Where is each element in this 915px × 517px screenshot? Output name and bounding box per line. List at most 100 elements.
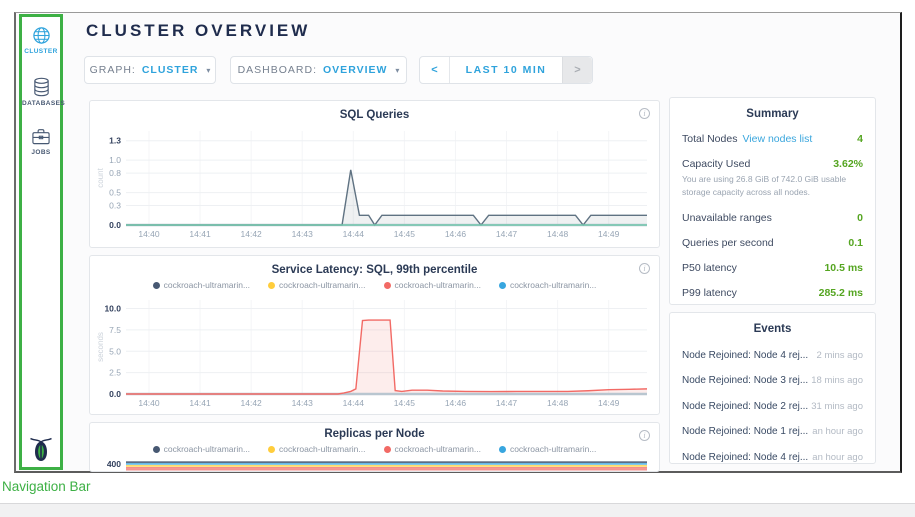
chart-plot[interactable]: 400	[96, 449, 653, 472]
legend-entry[interactable]: cockroach-ultramarin...	[499, 279, 596, 291]
event-label: Node Rejoined: Node 2 rej...	[682, 401, 808, 412]
time-window-label[interactable]: LAST 10 MIN	[450, 57, 562, 83]
summary-row-p99-latency: P99 latency 285.2 ms	[682, 287, 863, 299]
svg-text:0.5: 0.5	[109, 188, 121, 198]
chart-plot[interactable]: 0.02.55.07.510.014:4014:4114:4214:4314:4…	[96, 294, 653, 410]
time-window-next-button: >	[562, 57, 592, 83]
cockroachdb-logo[interactable]	[22, 435, 60, 462]
summary-row-total-nodes: Total Nodes View nodes list 4	[682, 133, 863, 145]
svg-text:14:40: 14:40	[138, 398, 160, 408]
event-row[interactable]: Node Rejoined: Node 4 rej... 2 mins ago	[682, 350, 863, 361]
capacity-used-subtext: You are using 26.8 GiB of 742.0 GiB usab…	[682, 173, 863, 199]
legend-label: cockroach-ultramarin...	[510, 280, 596, 290]
legend-label: cockroach-ultramarin...	[279, 280, 365, 290]
svg-text:0.3: 0.3	[109, 201, 121, 211]
legend-entry[interactable]: cockroach-ultramarin...	[384, 279, 481, 291]
event-label: Node Rejoined: Node 4 rej...	[682, 452, 808, 463]
info-icon[interactable]: i	[639, 108, 650, 119]
navigation-bar: CLUSTER DATABASES JOBS	[19, 14, 63, 470]
event-row[interactable]: Node Rejoined: Node 4 rej... an hour ago	[682, 452, 863, 463]
time-window-selector: < LAST 10 MIN >	[419, 56, 593, 84]
chart-sql-queries: SQL Queries i 0.00.30.50.81.01.314:4014:…	[89, 100, 660, 248]
summary-value: 285.2 ms	[819, 287, 863, 299]
svg-text:14:49: 14:49	[598, 229, 620, 239]
summary-label: Total Nodes	[682, 133, 737, 145]
chart-title: SQL Queries	[90, 109, 659, 121]
svg-text:0.0: 0.0	[109, 220, 121, 230]
legend-dot-icon	[384, 282, 391, 289]
dashboard-dropdown-label: DASHBOARD:	[238, 64, 317, 76]
chart-title: Replicas per Node	[90, 428, 659, 440]
summary-value: 3.62%	[833, 158, 863, 170]
summary-title: Summary	[682, 108, 863, 120]
annotation-caption: Navigation Bar	[2, 479, 91, 494]
event-row[interactable]: Node Rejoined: Node 3 rej... 18 mins ago	[682, 375, 863, 386]
event-time: an hour ago	[812, 426, 863, 437]
legend-entry[interactable]: cockroach-ultramarin...	[268, 279, 365, 291]
controls-row: GRAPH: CLUSTER ▾ DASHBOARD: OVERVIEW ▾ <…	[84, 56, 593, 84]
summary-value: 4	[857, 133, 863, 145]
info-icon[interactable]: i	[639, 263, 650, 274]
globe-icon	[32, 26, 51, 45]
svg-text:14:48: 14:48	[547, 398, 569, 408]
bottom-divider	[0, 503, 915, 517]
events-panel: Events Node Rejoined: Node 4 rej... 2 mi…	[669, 312, 876, 464]
svg-text:14:43: 14:43	[292, 229, 314, 239]
svg-text:14:47: 14:47	[496, 229, 518, 239]
svg-text:14:42: 14:42	[241, 398, 263, 408]
svg-text:seconds: seconds	[96, 332, 105, 362]
event-time: an hour ago	[812, 452, 863, 463]
briefcase-icon	[31, 127, 51, 146]
svg-text:10.0: 10.0	[104, 304, 121, 314]
summary-row-queries-per-second: Queries per second 0.1	[682, 237, 863, 249]
summary-value: 10.5 ms	[824, 262, 863, 274]
svg-text:14:40: 14:40	[138, 229, 160, 239]
summary-label: Unavailable ranges	[682, 212, 772, 224]
svg-text:0.8: 0.8	[109, 168, 121, 178]
summary-label: P50 latency	[682, 262, 737, 274]
chart-legend: cockroach-ultramarin... cockroach-ultrama…	[90, 279, 659, 291]
time-window-prev-button[interactable]: <	[420, 57, 450, 83]
summary-row-p50-latency: P50 latency 10.5 ms	[682, 262, 863, 274]
summary-row-unavailable-ranges: Unavailable ranges 0	[682, 212, 863, 224]
graph-dropdown[interactable]: GRAPH: CLUSTER ▾	[84, 56, 216, 84]
info-icon[interactable]: i	[639, 430, 650, 441]
svg-text:14:48: 14:48	[547, 229, 569, 239]
svg-text:14:42: 14:42	[241, 229, 263, 239]
chart-plot[interactable]: 0.00.30.50.81.01.314:4014:4114:4214:4314…	[96, 125, 653, 241]
sidebar-item-jobs[interactable]: JOBS	[22, 127, 60, 156]
event-time: 18 mins ago	[811, 375, 863, 386]
svg-text:14:46: 14:46	[445, 398, 467, 408]
legend-label: cockroach-ultramarin...	[164, 280, 250, 290]
view-nodes-list-link[interactable]: View nodes list	[742, 133, 812, 145]
legend-entry[interactable]: cockroach-ultramarin...	[153, 279, 250, 291]
summary-row-capacity-used: Capacity Used 3.62%	[682, 158, 863, 170]
svg-text:0.0: 0.0	[109, 389, 121, 399]
dashboard-dropdown[interactable]: DASHBOARD: OVERVIEW ▾	[230, 56, 407, 84]
svg-text:14:44: 14:44	[343, 229, 365, 239]
summary-panel: Summary Total Nodes View nodes list 4 Cap…	[669, 97, 876, 305]
chart-replicas-per-node: Replicas per Node i cockroach-ultramarin…	[89, 422, 660, 472]
legend-label: cockroach-ultramarin...	[395, 280, 481, 290]
event-row[interactable]: Node Rejoined: Node 1 rej... an hour ago	[682, 426, 863, 437]
svg-text:14:49: 14:49	[598, 398, 620, 408]
legend-dot-icon	[499, 282, 506, 289]
admin-ui-window: CLUSTER DATABASES JOBS	[14, 12, 902, 473]
event-label: Node Rejoined: Node 1 rej...	[682, 426, 808, 437]
summary-label: Queries per second	[682, 237, 774, 249]
event-time: 2 mins ago	[817, 350, 863, 361]
svg-text:14:43: 14:43	[292, 398, 314, 408]
svg-text:14:41: 14:41	[189, 229, 211, 239]
event-label: Node Rejoined: Node 3 rej...	[682, 375, 808, 386]
sidebar-item-databases[interactable]: DATABASES	[22, 77, 60, 107]
event-label: Node Rejoined: Node 4 rej...	[682, 350, 808, 361]
svg-text:14:44: 14:44	[343, 398, 365, 408]
event-row[interactable]: Node Rejoined: Node 2 rej... 31 mins ago	[682, 401, 863, 412]
svg-text:14:41: 14:41	[189, 398, 211, 408]
sidebar-item-cluster[interactable]: CLUSTER	[22, 26, 60, 55]
svg-text:14:45: 14:45	[394, 398, 416, 408]
legend-dot-icon	[153, 282, 160, 289]
summary-value: 0.1	[848, 237, 863, 249]
graph-dropdown-label: GRAPH:	[90, 64, 136, 76]
sidebar-item-label: JOBS	[22, 149, 60, 156]
